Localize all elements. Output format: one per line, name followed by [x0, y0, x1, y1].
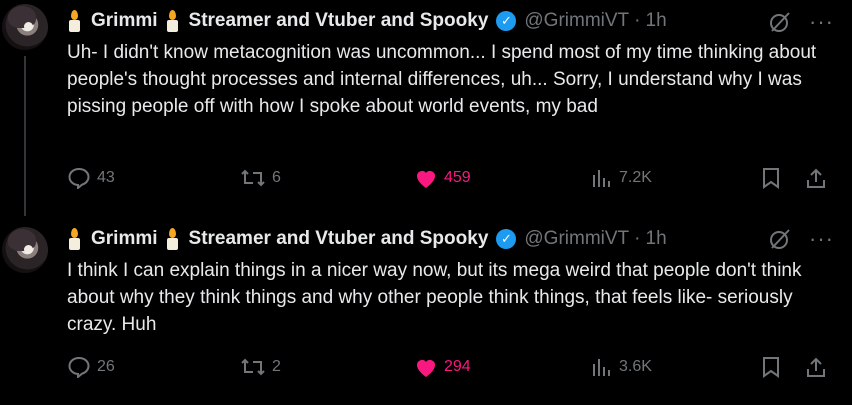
thread-line — [24, 56, 26, 216]
handle[interactable]: @GrimmiVT — [524, 10, 629, 32]
share-icon — [807, 168, 825, 188]
display-name-part1: Grimmi — [91, 10, 158, 31]
tweet-text: Uh- I didn't know metacognition was unco… — [67, 42, 817, 117]
display-name-part2: Streamer and Vtuber and Spooky — [188, 10, 489, 31]
reply-button[interactable]: 43 — [67, 167, 115, 189]
tweet-1[interactable]: Grimmi Streamer and Vtuber and Spooky ✓ … — [0, 0, 852, 216]
bookmark-icon — [763, 168, 779, 189]
views-button[interactable]: 3.6K — [591, 356, 652, 378]
repost-count: 2 — [272, 358, 281, 375]
repost-icon — [241, 358, 265, 376]
views-count: 7.2K — [619, 169, 652, 186]
views-count: 3.6K — [619, 358, 652, 375]
heart-icon — [417, 360, 435, 377]
more-icon[interactable]: ··· — [809, 11, 834, 33]
candle-emoji-icon — [67, 228, 81, 250]
grok-icon[interactable] — [767, 227, 793, 251]
header-icons: ··· — [767, 10, 834, 34]
reply-count: 26 — [97, 358, 115, 375]
display-name-part2: Streamer and Vtuber and Spooky — [188, 228, 489, 249]
display-name[interactable]: Grimmi Streamer and Vtuber and Spooky — [67, 10, 488, 32]
tweet-text: I think I can explain things in a nicer … — [67, 260, 802, 335]
heart-icon — [417, 171, 435, 188]
share-button[interactable] — [805, 167, 833, 189]
tweet-header: Grimmi Streamer and Vtuber and Spooky ✓ … — [67, 227, 667, 251]
like-count: 459 — [444, 169, 471, 186]
repost-count: 6 — [272, 169, 281, 186]
reply-count: 43 — [97, 169, 115, 186]
share-button[interactable] — [805, 356, 833, 378]
repost-button[interactable]: 2 — [240, 356, 281, 378]
separator: · — [634, 228, 641, 249]
candle-emoji-icon — [165, 10, 179, 32]
reply-icon — [68, 356, 90, 378]
avatar[interactable] — [2, 227, 48, 273]
separator: · — [634, 10, 641, 31]
bookmark-button[interactable] — [761, 356, 787, 378]
verified-badge-icon: ✓ — [496, 11, 517, 31]
repost-button[interactable]: 6 — [240, 167, 281, 189]
candle-emoji-icon — [165, 228, 179, 250]
like-button[interactable]: 294 — [414, 356, 471, 378]
bookmark-icon — [763, 357, 779, 378]
action-bar: 43 6 459 7.2K — [67, 167, 832, 193]
repost-icon — [241, 169, 265, 187]
timestamp[interactable]: 1h — [646, 228, 667, 250]
header-icons: ··· — [767, 227, 834, 251]
candle-emoji-icon — [67, 10, 81, 32]
avatar[interactable] — [2, 4, 48, 50]
views-icon — [593, 359, 610, 376]
timestamp[interactable]: 1h — [646, 10, 667, 32]
display-name[interactable]: Grimmi Streamer and Vtuber and Spooky — [67, 228, 488, 250]
like-count: 294 — [444, 358, 471, 375]
like-button[interactable]: 459 — [414, 167, 471, 189]
display-name-part1: Grimmi — [91, 228, 158, 249]
tweet-header: Grimmi Streamer and Vtuber and Spooky ✓ … — [67, 9, 667, 33]
bookmark-button[interactable] — [761, 167, 787, 189]
more-icon[interactable]: ··· — [809, 228, 834, 250]
tweet-2[interactable]: Grimmi Streamer and Vtuber and Spooky ✓ … — [0, 214, 852, 405]
views-button[interactable]: 7.2K — [591, 167, 652, 189]
verified-badge-icon: ✓ — [496, 229, 517, 249]
views-icon — [593, 170, 610, 187]
reply-icon — [68, 167, 90, 189]
share-icon — [807, 357, 825, 377]
handle[interactable]: @GrimmiVT — [524, 228, 629, 250]
action-bar: 26 2 294 3.6K — [67, 356, 832, 382]
grok-icon[interactable] — [767, 10, 793, 34]
reply-button[interactable]: 26 — [67, 356, 115, 378]
